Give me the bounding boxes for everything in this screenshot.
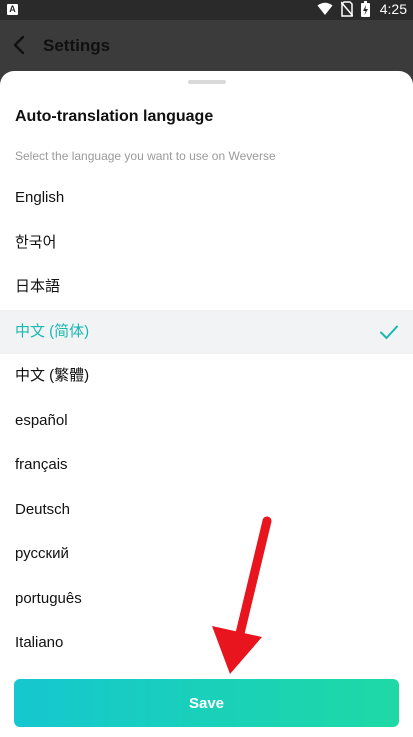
- chevron-left-icon[interactable]: [8, 33, 32, 57]
- no-sim-icon: [340, 1, 353, 17]
- language-item-english[interactable]: English: [0, 176, 413, 221]
- sheet-subtitle: Select the language you want to use on W…: [15, 149, 276, 163]
- language-label: 日本語: [15, 278, 61, 295]
- language-item-spanish[interactable]: español: [0, 399, 413, 444]
- language-label: Italiano: [15, 634, 64, 651]
- save-button[interactable]: Save: [14, 679, 399, 727]
- language-label: français: [15, 456, 68, 473]
- language-label: English: [15, 189, 65, 206]
- language-list: English 한국어 日本語 中文 (简体) 中文 (繁體) español …: [0, 176, 413, 666]
- language-item-korean[interactable]: 한국어: [0, 221, 413, 266]
- language-item-german[interactable]: Deutsch: [0, 488, 413, 533]
- page-title: Settings: [43, 36, 111, 55]
- battery-charging-icon: [360, 1, 370, 17]
- language-bottom-sheet: Auto-translation language Select the lan…: [0, 71, 413, 737]
- app-bar: Settings: [0, 20, 413, 72]
- language-item-italian[interactable]: Italiano: [0, 621, 413, 666]
- language-label: русский: [15, 545, 69, 562]
- language-item-russian[interactable]: русский: [0, 532, 413, 577]
- language-label: 中文 (繁體): [15, 367, 90, 384]
- language-item-portuguese[interactable]: português: [0, 577, 413, 622]
- status-time: 4:25: [379, 1, 407, 17]
- sheet-title: Auto-translation language: [15, 108, 214, 125]
- language-item-chinese-traditional[interactable]: 中文 (繁體): [0, 354, 413, 399]
- app-notification-icon: A: [7, 4, 18, 15]
- language-item-japanese[interactable]: 日本語: [0, 265, 413, 310]
- language-label: 한국어: [15, 233, 57, 251]
- language-label: Deutsch: [15, 500, 71, 518]
- wifi-icon: [317, 2, 333, 15]
- status-icons: 4:25: [317, 1, 407, 17]
- sheet-drag-handle[interactable]: [188, 80, 226, 84]
- language-item-french[interactable]: français: [0, 443, 413, 488]
- checkmark-icon: [380, 325, 398, 339]
- status-bar: A 4:25: [0, 0, 413, 20]
- language-item-chinese-simplified[interactable]: 中文 (简体): [0, 309, 413, 354]
- language-label: 中文 (简体): [15, 322, 90, 340]
- language-label: español: [15, 411, 68, 429]
- language-label: português: [15, 589, 82, 607]
